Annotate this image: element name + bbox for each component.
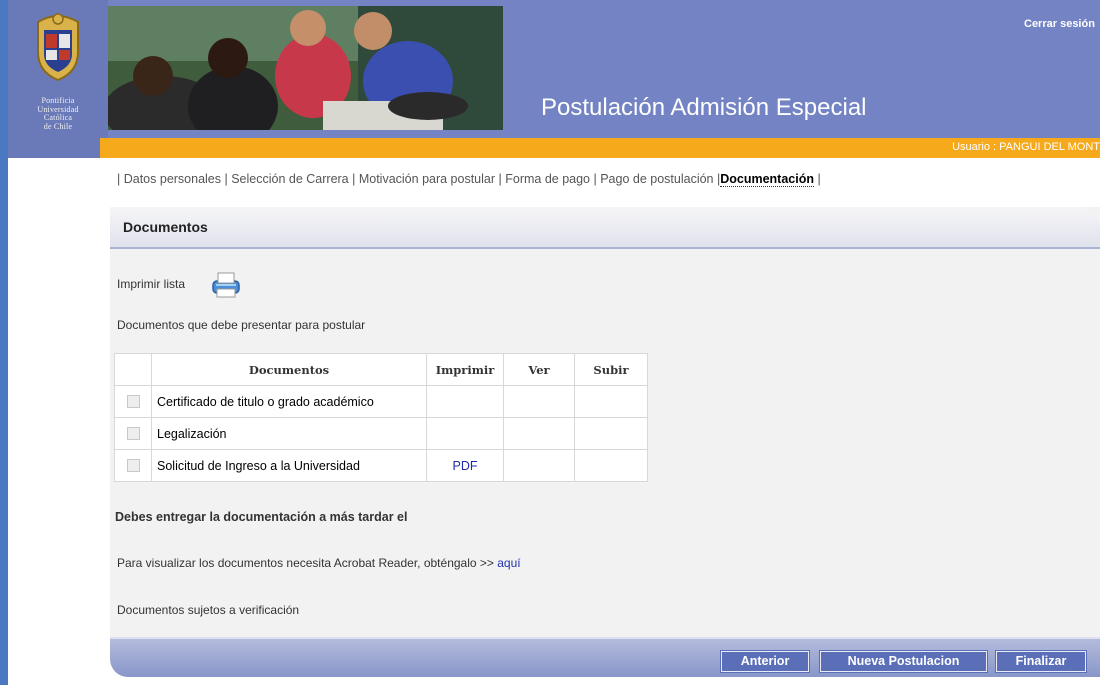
- view-cell: [503, 385, 575, 418]
- upload-cell: [574, 417, 648, 450]
- header: Pontificia Universidad Católica de Chile…: [8, 0, 1100, 158]
- table-row: Solicitud de Ingreso a la Universidad PD…: [114, 449, 648, 482]
- user-name: Usuario : PANGUI DEL MONT: [952, 141, 1100, 153]
- step-navigation: | Datos personales | Selección de Carrer…: [117, 172, 821, 187]
- acrobat-notice: Para visualizar los documentos necesita …: [117, 556, 521, 570]
- column-header-subir: Subir: [574, 353, 648, 386]
- column-header-documentos: Documentos: [151, 353, 427, 386]
- view-cell: [503, 449, 575, 482]
- row-checkbox-cell: [114, 417, 152, 450]
- view-cell: [503, 417, 575, 450]
- university-logo[interactable]: Pontificia Universidad Católica de Chile: [8, 0, 108, 158]
- nav-item-documentacion[interactable]: Documentación: [720, 172, 814, 187]
- print-cell: [426, 417, 504, 450]
- students-banner-image: [108, 6, 503, 130]
- upload-cell: [574, 385, 648, 418]
- column-header-ver: Ver: [503, 353, 575, 386]
- checkbox-column-header: [114, 353, 152, 386]
- nav-item-seleccion-carrera[interactable]: Selección de Carrera: [231, 172, 348, 186]
- row-checkbox-cell: [114, 385, 152, 418]
- pdf-link[interactable]: PDF: [453, 459, 478, 473]
- documents-table: Documentos Imprimir Ver Subir Certificad…: [114, 353, 648, 482]
- row-checkbox[interactable]: [126, 395, 140, 408]
- table-header-row: Documentos Imprimir Ver Subir: [114, 353, 648, 386]
- panel-footer: Anterior Nueva Postulacion Finalizar: [110, 637, 1100, 677]
- print-cell: [426, 385, 504, 418]
- panel-header: Documentos: [110, 207, 1100, 249]
- table-row: Legalización: [114, 417, 648, 450]
- panel-title: Documentos: [123, 219, 208, 235]
- nav-item-pago-postulacion[interactable]: Pago de postulación: [600, 172, 713, 186]
- logout-link[interactable]: Cerrar sesión: [1024, 18, 1095, 30]
- printer-icon[interactable]: [207, 269, 245, 299]
- new-application-button[interactable]: Nueva Postulacion: [820, 651, 987, 672]
- row-checkbox[interactable]: [126, 427, 140, 440]
- print-list[interactable]: Imprimir lista: [117, 272, 240, 298]
- nav-item-forma-de-pago[interactable]: Forma de pago: [505, 172, 590, 186]
- deadline-text: Debes entregar la documentación a más ta…: [115, 510, 408, 524]
- document-name: Legalización: [151, 417, 427, 450]
- documents-description: Documentos que debe presentar para postu…: [117, 318, 366, 332]
- acrobat-download-link[interactable]: aquí: [497, 556, 520, 570]
- app-title: Postulación Admisión Especial: [541, 94, 867, 121]
- column-header-imprimir: Imprimir: [426, 353, 504, 386]
- document-name: Certificado de titulo o grado académico: [151, 385, 427, 418]
- print-list-label: Imprimir lista: [117, 277, 185, 291]
- university-name: Pontificia Universidad Católica de Chile: [37, 96, 79, 131]
- window-border: [0, 0, 8, 685]
- university-seal-icon: [37, 13, 79, 82]
- print-cell: PDF: [426, 449, 504, 482]
- upload-cell: [574, 449, 648, 482]
- nav-item-datos-personales[interactable]: Datos personales: [124, 172, 221, 186]
- document-name: Solicitud de Ingreso a la Universidad: [151, 449, 427, 482]
- row-checkbox-cell: [114, 449, 152, 482]
- previous-button[interactable]: Anterior: [721, 651, 809, 672]
- nav-item-motivacion[interactable]: Motivación para postular: [359, 172, 495, 186]
- verification-text: Documentos sujetos a verificación: [117, 603, 300, 617]
- row-checkbox[interactable]: [126, 459, 140, 472]
- documents-panel: Documentos Imprimir lista Documentos que…: [110, 207, 1100, 677]
- table-row: Certificado de titulo o grado académico: [114, 385, 648, 418]
- finish-button[interactable]: Finalizar: [996, 651, 1086, 672]
- acrobat-text: Para visualizar los documentos necesita …: [117, 556, 494, 570]
- user-bar: Usuario : PANGUI DEL MONT: [100, 138, 1100, 158]
